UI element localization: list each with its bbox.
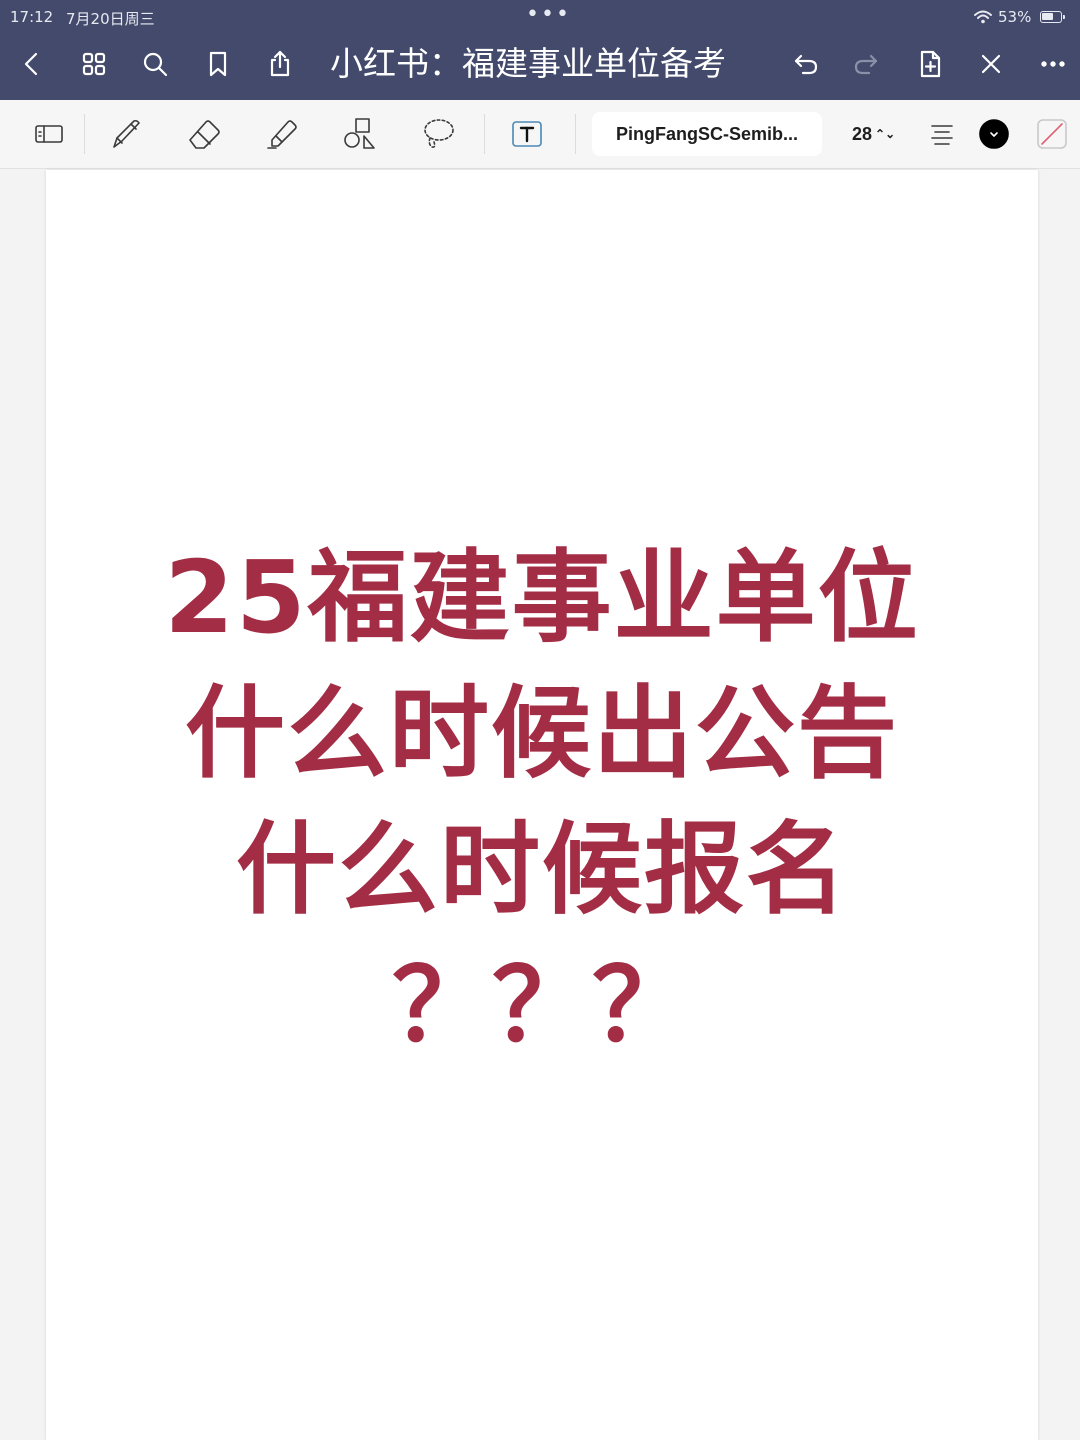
headline-text-box[interactable]: 25福建事业单位 什么时候出公告 什么时候报名 ？？？ <box>46 530 1038 1074</box>
add-page-button[interactable] <box>910 44 950 84</box>
no-fill-icon <box>1037 119 1067 149</box>
app-bar: 17:12 7月20日周三 ••• 53% 小红书：福建事业单位备考 <box>0 0 1080 100</box>
redo-button[interactable] <box>846 44 886 84</box>
status-date: 7月20日周三 <box>66 10 155 28</box>
bookmark-icon <box>209 51 227 77</box>
eraser-tool-button[interactable] <box>180 110 228 158</box>
headline-line-1: 25福建事业单位 <box>164 539 920 656</box>
tool-bar: PingFangSC-Semib... 28 ⌃⌄ <box>0 100 1080 169</box>
shapes-icon <box>344 118 375 149</box>
text-align-button[interactable] <box>918 110 966 158</box>
font-family-select[interactable]: PingFangSC-Semib... <box>592 112 822 156</box>
text-tool-icon <box>512 121 542 147</box>
background-color-button[interactable] <box>1028 110 1076 158</box>
color-swatch-icon <box>979 119 1009 149</box>
headline-line-3: 什么时候报名 <box>236 811 848 928</box>
toolbar-divider <box>484 114 485 154</box>
search-button[interactable] <box>135 44 175 84</box>
document-title: 小红书：福建事业单位备考 <box>330 44 726 83</box>
status-bar: 17:12 7月20日周三 ••• 53% <box>0 0 1080 36</box>
battery-percent: 53% <box>998 8 1032 26</box>
search-icon <box>143 52 168 77</box>
shapes-tool-button[interactable] <box>336 110 384 158</box>
bookmark-button[interactable] <box>198 44 238 84</box>
align-icon <box>931 125 953 145</box>
share-icon <box>270 50 290 77</box>
highlighter-tool-button[interactable] <box>258 110 306 158</box>
close-icon <box>981 54 1001 74</box>
multitask-dots-icon[interactable]: ••• <box>526 2 571 27</box>
lasso-tool-button[interactable] <box>414 110 462 158</box>
layout-icon <box>35 125 63 143</box>
toolbar-divider <box>575 114 576 154</box>
font-size-stepper[interactable]: 28 ⌃⌄ <box>852 112 904 156</box>
color-picker-button[interactable] <box>970 110 1018 158</box>
share-button[interactable] <box>260 44 300 84</box>
status-time: 17:12 <box>10 8 54 26</box>
highlighter-icon <box>267 120 297 149</box>
back-icon <box>24 52 38 76</box>
font-size-value: 28 <box>852 124 873 144</box>
eraser-icon <box>189 120 220 149</box>
note-page[interactable]: 25福建事业单位 什么时候出公告 什么时候报名 ？？？ <box>46 170 1038 1440</box>
add-page-icon <box>920 50 941 78</box>
thumbnails-button[interactable] <box>74 44 114 84</box>
lasso-icon <box>424 119 454 148</box>
undo-icon <box>794 54 818 75</box>
grid-icon <box>82 52 106 76</box>
headline-line-4: ？？？ <box>392 947 692 1064</box>
back-button[interactable] <box>12 44 52 84</box>
redo-icon <box>854 54 878 75</box>
toolbar-divider <box>84 114 85 154</box>
pen-icon <box>113 119 140 148</box>
more-icon <box>1041 61 1065 67</box>
close-button[interactable] <box>971 44 1011 84</box>
wifi-icon <box>974 10 992 24</box>
more-button[interactable] <box>1033 44 1073 84</box>
stepper-arrows-icon: ⌃⌄ <box>875 127 896 141</box>
pen-tool-button[interactable] <box>102 110 150 158</box>
battery-icon <box>1040 11 1065 23</box>
headline-line-2: 什么时候出公告 <box>185 675 899 792</box>
text-tool-button[interactable] <box>503 110 551 158</box>
layout-tool-button[interactable] <box>24 110 72 158</box>
undo-button[interactable] <box>786 44 826 84</box>
